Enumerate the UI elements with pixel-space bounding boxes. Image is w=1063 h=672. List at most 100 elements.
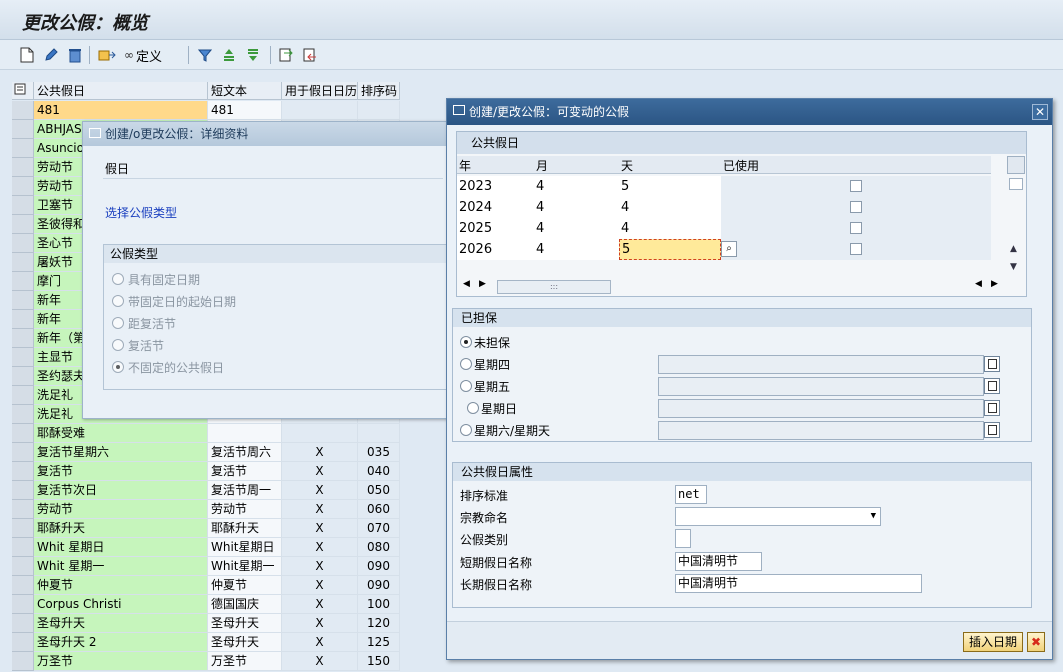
holiday-name-cell[interactable]: 481 [34, 101, 208, 120]
filter-icon[interactable] [196, 45, 214, 65]
scroll-left-icon[interactable]: ◀ [975, 279, 982, 289]
guarantee-radio[interactable] [460, 380, 472, 392]
holiday-type-radio[interactable] [112, 339, 124, 351]
category-field[interactable] [675, 529, 691, 548]
month-cell[interactable]: 4 [534, 197, 619, 218]
holiday-name-cell[interactable]: 耶酥升天 [34, 519, 208, 538]
row-selector[interactable] [12, 443, 34, 462]
row-selector[interactable] [12, 462, 34, 481]
copy-icon[interactable] [984, 422, 1000, 438]
day-cell[interactable]: 5 [619, 239, 721, 260]
holiday-name-cell[interactable]: Corpus Christi [34, 595, 208, 614]
row-selector[interactable] [12, 101, 34, 120]
holiday-name-cell[interactable]: 复活节星期六 [34, 443, 208, 462]
row-selector[interactable] [12, 386, 34, 405]
row-selector[interactable] [12, 614, 34, 633]
row-selector[interactable] [12, 538, 34, 557]
holiday-type-radio[interactable] [112, 317, 124, 329]
column-header-used-in-calendar[interactable]: 用于假日日历 [282, 82, 358, 100]
guarantee-date-field[interactable] [658, 399, 984, 418]
month-cell[interactable]: 4 [534, 176, 619, 197]
column-header-holiday[interactable]: 公共假日 [34, 82, 208, 100]
row-selector[interactable] [12, 310, 34, 329]
scroll-right-icon[interactable]: ▶ [991, 279, 998, 289]
holiday-name-cell[interactable]: Whit 星期日 [34, 538, 208, 557]
holiday-name-cell[interactable]: 复活节 [34, 462, 208, 481]
row-selector[interactable] [12, 139, 34, 158]
scroll-left-icon[interactable]: ◀ [463, 279, 470, 289]
define-button[interactable]: ∞ 定义 [124, 45, 170, 65]
transport-icon[interactable] [96, 45, 118, 65]
holiday-name-cell[interactable]: 万圣节 [34, 652, 208, 671]
holiday-name-cell[interactable]: Whit 星期一 [34, 557, 208, 576]
column-header-short-text[interactable]: 短文本 [208, 82, 282, 100]
export-icon[interactable] [277, 45, 295, 65]
row-selector[interactable] [12, 234, 34, 253]
row-selector[interactable] [12, 633, 34, 652]
copy-icon[interactable] [984, 400, 1000, 416]
long-name-field[interactable]: 中国清明节 [675, 574, 922, 593]
column-header-sort-code[interactable]: 排序码 [358, 82, 400, 100]
holiday-type-radio[interactable] [112, 273, 124, 285]
copy-icon[interactable] [984, 356, 1000, 372]
guarantee-radio[interactable] [460, 424, 472, 436]
used-checkbox[interactable] [850, 222, 862, 234]
row-selector[interactable] [12, 120, 34, 139]
row-selector[interactable] [12, 215, 34, 234]
trash-icon[interactable] [66, 45, 84, 65]
row-selector[interactable] [12, 367, 34, 386]
guarantee-date-field[interactable] [658, 421, 984, 440]
horizontal-scrollbar-thumb[interactable]: ::: [497, 280, 611, 294]
row-selector[interactable] [12, 576, 34, 595]
cancel-icon[interactable]: ✖ [1027, 632, 1045, 652]
year-cell[interactable]: 2023 [457, 176, 534, 197]
row-selector[interactable] [12, 329, 34, 348]
row-selector[interactable] [12, 405, 34, 424]
new-document-icon[interactable] [18, 45, 36, 65]
row-selector[interactable] [12, 557, 34, 576]
religion-select[interactable]: ▼ [675, 507, 881, 526]
used-checkbox[interactable] [850, 243, 862, 255]
month-cell[interactable]: 4 [534, 218, 619, 239]
row-selector[interactable] [12, 519, 34, 538]
holiday-name-cell[interactable]: 仲夏节 [34, 576, 208, 595]
row-selector[interactable] [12, 595, 34, 614]
guarantee-radio[interactable] [460, 336, 472, 348]
day-cell[interactable]: 4 [619, 197, 721, 218]
year-cell[interactable]: 2024 [457, 197, 534, 218]
guarantee-date-field[interactable] [658, 377, 984, 396]
holiday-name-cell[interactable]: 圣母升天 [34, 614, 208, 633]
holiday-name-cell[interactable]: 耶酥受难 [34, 424, 208, 443]
guarantee-date-field[interactable] [658, 355, 984, 374]
row-selector[interactable] [12, 500, 34, 519]
year-cell[interactable]: 2026 [457, 239, 534, 260]
close-icon[interactable]: ✕ [1032, 104, 1048, 120]
scroll-down-icon[interactable]: ▼ [1010, 262, 1017, 272]
holiday-type-radio[interactable] [112, 295, 124, 307]
insert-date-button[interactable]: 插入日期 [963, 632, 1023, 652]
year-cell[interactable]: 2025 [457, 218, 534, 239]
row-selector[interactable] [12, 253, 34, 272]
import-icon[interactable] [301, 45, 319, 65]
search-help-icon[interactable]: ⌕ [721, 241, 737, 257]
holiday-name-cell[interactable]: 劳动节 [34, 500, 208, 519]
chevron-down-icon[interactable]: ▼ [871, 508, 876, 525]
day-cell[interactable]: 5 [619, 176, 721, 197]
row-selector[interactable] [12, 424, 34, 443]
sort-ascending-icon[interactable] [220, 45, 238, 65]
row-selector[interactable] [12, 177, 34, 196]
holiday-name-cell[interactable]: 圣母升天 2 [34, 633, 208, 652]
row-selector[interactable] [12, 481, 34, 500]
vertical-scrollbar-thumb[interactable] [1009, 178, 1023, 190]
sort-criterion-field[interactable]: net [675, 485, 707, 504]
row-selector[interactable] [12, 291, 34, 310]
holiday-name-cell[interactable]: 复活节次日 [34, 481, 208, 500]
select-holiday-type-link[interactable]: 选择公假类型 [105, 204, 177, 221]
used-checkbox[interactable] [850, 180, 862, 192]
sort-descending-icon[interactable] [244, 45, 262, 65]
select-all-icon[interactable] [12, 82, 34, 100]
row-selector[interactable] [12, 158, 34, 177]
scroll-up-icon[interactable]: ▲ [1010, 244, 1017, 254]
guarantee-radio[interactable] [467, 402, 479, 414]
row-selector[interactable] [12, 272, 34, 291]
